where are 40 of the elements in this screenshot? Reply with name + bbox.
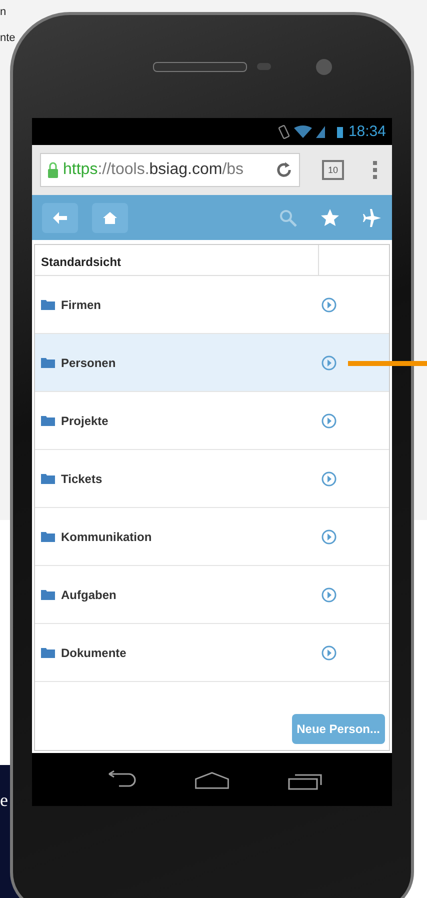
home-button[interactable] xyxy=(92,202,128,232)
tabs-button[interactable]: 10 xyxy=(322,160,344,180)
airplane-icon[interactable] xyxy=(362,208,382,228)
folder-icon xyxy=(41,299,55,310)
play-circle-icon[interactable] xyxy=(321,354,337,370)
folder-icon xyxy=(41,473,55,484)
folder-icon xyxy=(41,415,55,426)
folder-icon xyxy=(41,357,55,368)
signal-icon xyxy=(316,124,326,140)
search-icon[interactable] xyxy=(278,208,298,228)
folder-icon xyxy=(41,531,55,542)
list-title: Standardsicht xyxy=(40,254,122,271)
play-circle-icon[interactable] xyxy=(321,470,337,486)
list-item[interactable]: Personen xyxy=(35,334,389,392)
camera-icon xyxy=(316,58,332,74)
play-circle-icon[interactable] xyxy=(321,412,337,428)
background-text: nte xyxy=(0,32,16,44)
play-circle-icon[interactable] xyxy=(321,644,337,660)
play-circle-icon[interactable] xyxy=(321,528,337,544)
reload-icon[interactable] xyxy=(275,161,293,179)
background-text: e xyxy=(0,790,8,811)
star-icon[interactable] xyxy=(320,208,340,228)
folder-icon xyxy=(41,647,55,658)
wifi-icon xyxy=(294,124,312,140)
speaker-icon xyxy=(152,62,246,72)
url-text: https://tools.bsiag.com/bs xyxy=(63,161,245,179)
home-icon xyxy=(102,210,118,224)
menu-icon[interactable] xyxy=(372,160,378,180)
vibrate-icon xyxy=(278,124,290,140)
play-circle-icon[interactable] xyxy=(321,586,337,602)
clock-time: 18:34 xyxy=(348,123,386,140)
url-field[interactable]: https://tools.bsiag.com/bs xyxy=(40,153,300,187)
back-button[interactable] xyxy=(42,202,78,232)
background-text: n xyxy=(0,6,6,18)
folder-icon xyxy=(41,589,55,600)
lock-icon xyxy=(47,162,59,178)
back-arrow-icon xyxy=(52,210,68,224)
play-circle-icon[interactable] xyxy=(321,296,337,312)
home-icon[interactable] xyxy=(194,770,230,790)
sensor-icon xyxy=(256,63,270,70)
